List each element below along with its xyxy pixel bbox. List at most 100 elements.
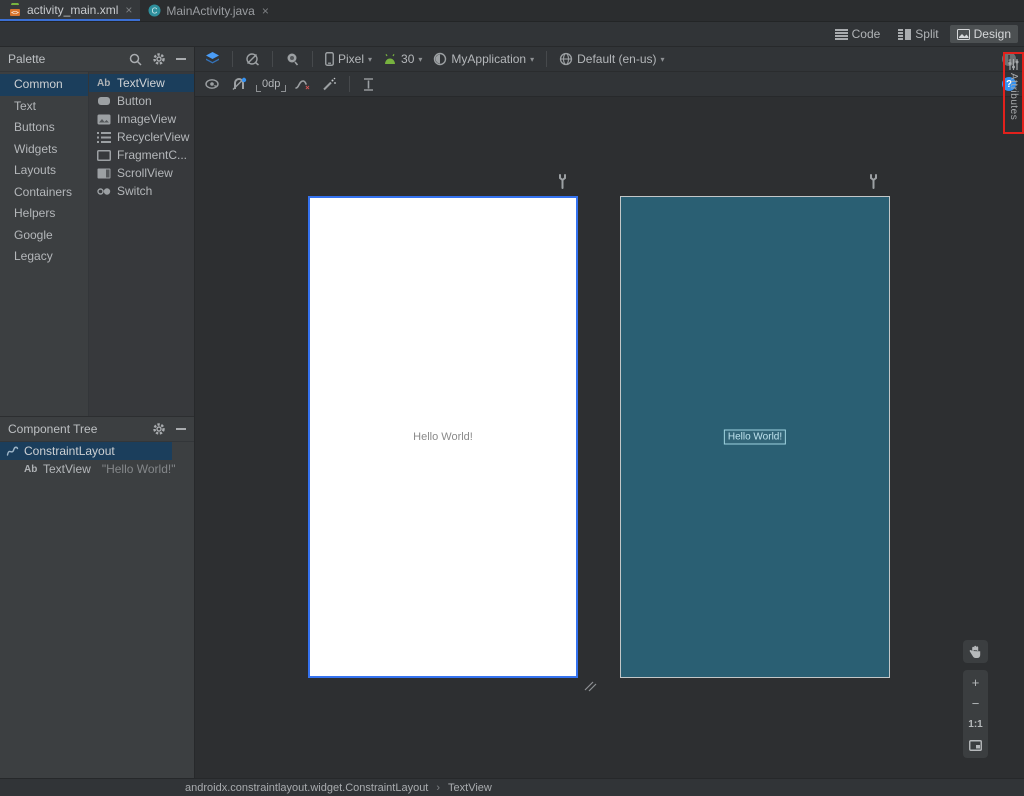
code-view-button[interactable]: Code bbox=[828, 25, 888, 43]
design-icon bbox=[956, 28, 970, 40]
theme-selector[interactable]: MyApplication ▾ bbox=[431, 50, 536, 68]
palette-item-recyclerview[interactable]: RecyclerView bbox=[89, 128, 194, 146]
api-version-selector[interactable]: 30 ▾ bbox=[381, 50, 424, 68]
gear-icon[interactable] bbox=[152, 52, 166, 66]
zoom-out-button[interactable]: − bbox=[963, 693, 988, 714]
palette-title: Palette bbox=[8, 52, 46, 66]
attributes-tab-label: Attributes bbox=[1008, 73, 1019, 121]
palette-categories: Common Text Buttons Widgets Layouts Cont… bbox=[0, 72, 89, 416]
chevron-down-icon: ▾ bbox=[530, 54, 535, 64]
editor-tab-bar: <> activity_main.xml × C MainActivity.ja… bbox=[0, 0, 1024, 22]
tree-item-constraintlayout[interactable]: ConstraintLayout bbox=[0, 442, 172, 460]
code-icon bbox=[834, 28, 848, 40]
autoconnect-button[interactable] bbox=[230, 75, 249, 93]
palette-category-helpers[interactable]: Helpers bbox=[0, 203, 88, 225]
constraintlayout-icon bbox=[6, 445, 19, 457]
tree-item-label: ConstraintLayout bbox=[24, 444, 115, 458]
split-view-button[interactable]: Split bbox=[891, 25, 945, 43]
zoom-actual-size-button[interactable]: 1:1 bbox=[963, 714, 988, 735]
gear-icon[interactable] bbox=[152, 422, 166, 436]
constraint-toolbar: 0dp × ? bbox=[195, 72, 1024, 97]
zoom-to-fit-button[interactable] bbox=[963, 735, 988, 756]
distribute-icon bbox=[364, 77, 374, 91]
orientation-icon bbox=[246, 53, 260, 66]
android-xml-file-icon: <> bbox=[8, 2, 22, 17]
palette-item-imageview[interactable]: ImageView bbox=[89, 110, 194, 128]
default-margin-selector[interactable]: 0dp bbox=[256, 78, 287, 92]
zoom-in-button[interactable]: + bbox=[963, 672, 988, 693]
left-panel: Palette Common Text Buttons Widgets Layo… bbox=[0, 47, 195, 778]
hello-world-text[interactable]: Hello World! bbox=[413, 431, 473, 443]
palette-category-layouts[interactable]: Layouts bbox=[0, 160, 88, 182]
palette-item-switch[interactable]: Switch bbox=[89, 182, 194, 200]
palette-item-scrollview[interactable]: ScrollView bbox=[89, 164, 194, 182]
tab-activity-main-xml[interactable]: <> activity_main.xml × bbox=[0, 0, 141, 21]
layers-icon bbox=[206, 52, 219, 64]
palette-category-legacy[interactable]: Legacy bbox=[0, 246, 88, 268]
theme-icon bbox=[434, 52, 447, 66]
tab-close-icon[interactable]: × bbox=[125, 3, 132, 17]
locale-selector[interactable]: Default (en-us) ▾ bbox=[557, 50, 666, 68]
palette-category-text[interactable]: Text bbox=[0, 96, 88, 118]
split-icon bbox=[898, 28, 912, 40]
palette: Common Text Buttons Widgets Layouts Cont… bbox=[0, 72, 194, 417]
blueprint-config-wrench-icon[interactable] bbox=[867, 174, 880, 189]
palette-category-containers[interactable]: Containers bbox=[0, 182, 88, 204]
attributes-tab[interactable]: Attributes bbox=[1005, 56, 1022, 130]
clear-constraints-button[interactable]: × bbox=[293, 76, 313, 93]
locale-label: Default (en-us) bbox=[577, 52, 657, 66]
tab-mainactivity-java[interactable]: C MainActivity.java × bbox=[140, 0, 277, 21]
infer-constraints-button[interactable] bbox=[320, 75, 339, 93]
view-options-button[interactable] bbox=[203, 77, 223, 92]
hello-world-textview-blueprint[interactable]: Hello World! bbox=[723, 429, 787, 445]
zoom-controls: + − 1:1 bbox=[963, 670, 988, 758]
search-icon[interactable] bbox=[129, 53, 142, 66]
orientation-button[interactable] bbox=[243, 50, 262, 68]
palette-category-google[interactable]: Google bbox=[0, 225, 88, 247]
palette-category-buttons[interactable]: Buttons bbox=[0, 117, 88, 139]
view-mode-bar: Code Split Design bbox=[0, 22, 1024, 47]
design-canvas[interactable]: Hello World! Hello World! + − 1:1 bbox=[195, 97, 1024, 778]
theme-label: MyApplication bbox=[451, 52, 527, 66]
system-ui-mode-button[interactable] bbox=[283, 50, 302, 68]
tab-close-icon[interactable]: × bbox=[262, 4, 269, 18]
textview-icon: Ab bbox=[24, 463, 38, 475]
api-label: 30 bbox=[401, 52, 415, 66]
button-icon bbox=[97, 96, 111, 106]
minimize-icon[interactable] bbox=[176, 424, 186, 434]
magic-wand-icon bbox=[323, 77, 337, 91]
palette-header: Palette bbox=[0, 47, 194, 72]
palette-items: Ab TextView Button ImageView RecyclerVie… bbox=[89, 72, 194, 416]
palette-category-common[interactable]: Common bbox=[0, 74, 88, 96]
breadcrumb-textview[interactable]: TextView bbox=[448, 782, 492, 794]
component-tree-header: Component Tree bbox=[0, 417, 194, 442]
design-view-button[interactable]: Design bbox=[949, 25, 1018, 43]
palette-category-widgets[interactable]: Widgets bbox=[0, 139, 88, 161]
design-config-wrench-icon[interactable] bbox=[556, 174, 569, 189]
resize-handle[interactable] bbox=[583, 678, 597, 692]
tab-label: activity_main.xml bbox=[27, 2, 119, 17]
design-editor: Pixel ▾ 30 ▾ MyApplication ▾ Default (en… bbox=[195, 47, 1024, 778]
align-pack-button[interactable] bbox=[360, 76, 377, 93]
split-label: Split bbox=[915, 27, 939, 41]
palette-item-textview[interactable]: Ab TextView bbox=[89, 74, 194, 92]
clear-constraints-icon: × bbox=[295, 79, 311, 91]
minimize-icon[interactable] bbox=[176, 54, 186, 64]
magnet-icon bbox=[232, 77, 247, 90]
blueprint-surface-preview[interactable]: Hello World! bbox=[620, 196, 890, 678]
pan-tool-button[interactable] bbox=[963, 640, 988, 663]
tab-label: MainActivity.java bbox=[166, 3, 255, 18]
design-label: Design bbox=[973, 27, 1011, 41]
breadcrumb-constraintlayout[interactable]: androidx.constraintlayout.widget.Constra… bbox=[185, 782, 428, 794]
device-selector[interactable]: Pixel ▾ bbox=[323, 50, 374, 68]
palette-item-label: FragmentC... bbox=[117, 148, 188, 162]
tree-item-textview[interactable]: Ab TextView "Hello World!" bbox=[0, 460, 194, 478]
scrollview-icon bbox=[97, 168, 111, 179]
design-surface-button[interactable] bbox=[203, 50, 222, 68]
textview-icon: Ab bbox=[97, 77, 111, 89]
palette-item-fragmentcontainer[interactable]: FragmentC... bbox=[89, 146, 194, 164]
design-surface-preview[interactable]: Hello World! bbox=[308, 196, 578, 678]
ui-mode-icon bbox=[287, 53, 299, 66]
palette-item-label: TextView bbox=[117, 76, 165, 90]
palette-item-button[interactable]: Button bbox=[89, 92, 194, 110]
